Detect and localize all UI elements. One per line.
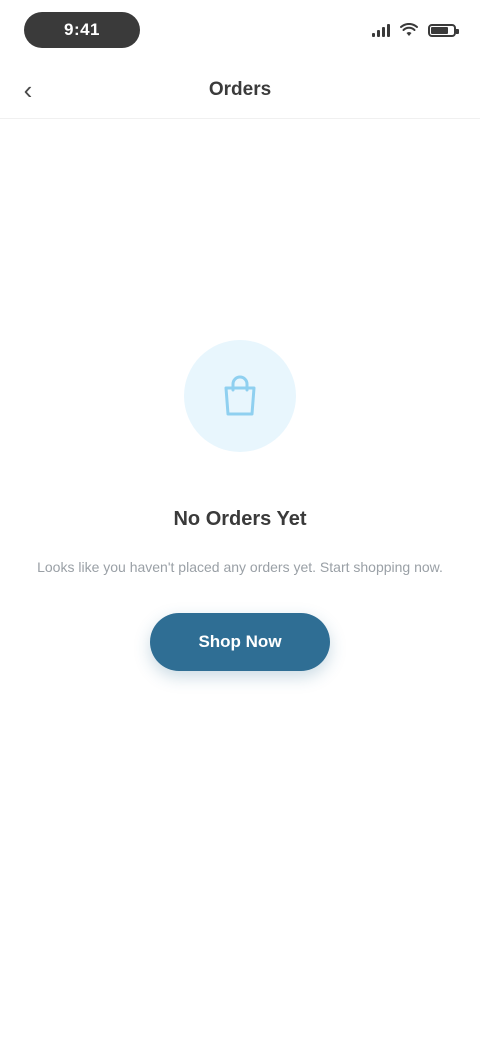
back-arrow-icon: ‹: [23, 75, 33, 105]
page-title: Orders: [208, 79, 272, 100]
status-time: 9:41: [24, 12, 140, 48]
empty-state-icon-container: [184, 340, 296, 452]
status-bar: 9:41: [0, 0, 480, 60]
battery-icon: [428, 23, 459, 37]
empty-state: No Orders Yet Looks like you haven't pla…: [0, 340, 480, 671]
status-icons: [372, 23, 459, 37]
empty-state-title: No Orders Yet: [173, 508, 307, 530]
back-button[interactable]: ‹: [12, 74, 44, 106]
orders-screen: 9:41 ‹ Orders No Orders Yet Looks like y…: [0, 0, 480, 1040]
signal-icon: [372, 23, 390, 37]
bag-icon: [224, 375, 256, 416]
shop-now-button[interactable]: Shop Now: [150, 613, 330, 671]
wifi-icon: [400, 23, 418, 36]
nav-bar: ‹ Orders: [0, 62, 480, 119]
empty-state-subtitle: Looks like you haven't placed any orders…: [37, 559, 443, 575]
